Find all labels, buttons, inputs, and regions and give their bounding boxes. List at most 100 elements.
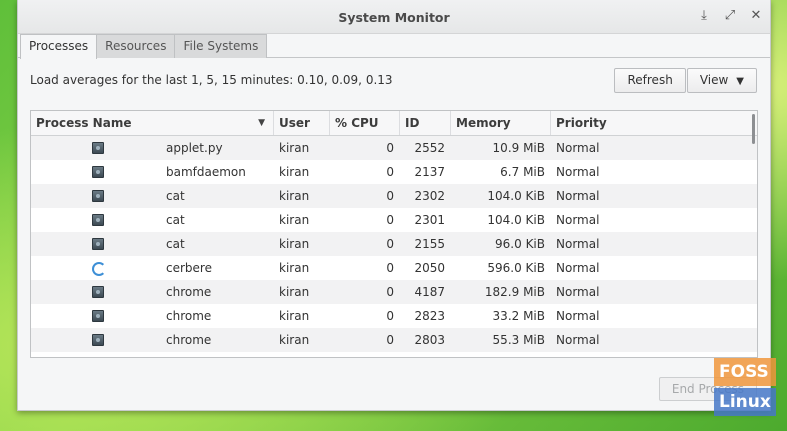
cell-priority: Normal [556, 165, 600, 179]
table-header: Process Name ▼ User % CPU ID Memory Prio… [31, 111, 757, 136]
cell-cpu: 0 [386, 309, 394, 323]
process-name-text: bamfdaemon [166, 165, 246, 179]
cell-user: kiran [279, 333, 310, 347]
process-name-text: applet.py [166, 141, 223, 155]
cell-process-name: applet.py [31, 136, 274, 160]
process-name-text: chrome [166, 309, 212, 323]
process-icon [92, 286, 104, 298]
tab-bar: Processes Resources File Systems [18, 34, 770, 59]
cell-memory: 6.7 MiB [500, 165, 545, 179]
table-row[interactable]: chrome kiran 0 2823 33.2 MiB Normal [31, 304, 757, 328]
cell-cpu: 0 [386, 333, 394, 347]
table-row[interactable]: cat kiran 0 2301 104.0 KiB Normal [31, 208, 757, 232]
column-header-id[interactable]: ID [400, 111, 451, 135]
window-controls: ⤓ ⤢ ✕ [698, 9, 762, 23]
cell-user: kiran [279, 261, 310, 275]
view-label: View [699, 73, 729, 87]
table-row[interactable]: bamfdaemon kiran 0 2137 6.7 MiB Normal [31, 160, 757, 184]
column-header-user[interactable]: User [274, 111, 330, 135]
cell-process-name: cerbere [31, 256, 274, 280]
cell-memory: 10.9 MiB [492, 141, 545, 155]
table-row[interactable]: cerbere kiran 0 2050 596.0 KiB Normal [31, 256, 757, 280]
title-bar[interactable]: System Monitor ⤓ ⤢ ✕ [18, 0, 770, 34]
cell-priority: Normal [556, 213, 600, 227]
process-table: Process Name ▼ User % CPU ID Memory Prio… [30, 110, 758, 358]
process-icon [92, 214, 104, 226]
close-icon[interactable]: ✕ [750, 9, 762, 23]
view-menu-button[interactable]: View ▼ [686, 68, 757, 93]
process-icon [92, 310, 104, 322]
tab-processes[interactable]: Processes [20, 34, 98, 59]
minimize-icon[interactable]: ⤓ [698, 9, 710, 23]
cell-priority: Normal [556, 309, 600, 323]
cell-id: 2823 [414, 309, 445, 323]
cell-priority: Normal [556, 141, 600, 155]
cell-user: kiran [279, 285, 310, 299]
process-name-text: cat [166, 189, 185, 203]
window-title: System Monitor [338, 10, 450, 25]
process-icon [92, 166, 104, 178]
process-name-text: cat [166, 213, 185, 227]
cell-memory: 96.0 KiB [495, 237, 545, 251]
cell-id: 2803 [414, 333, 445, 347]
tab-file-systems[interactable]: File Systems [174, 34, 268, 58]
cell-id: 2137 [414, 165, 445, 179]
process-name-text: cerbere [166, 261, 212, 275]
cell-user: kiran [279, 189, 310, 203]
cell-priority: Normal [556, 189, 600, 203]
cell-process-name: chrome [31, 304, 274, 328]
cell-memory: 596.0 KiB [487, 261, 545, 275]
cell-process-name: cat [31, 208, 274, 232]
table-row[interactable]: cat kiran 0 2155 96.0 KiB Normal [31, 232, 757, 256]
chevron-down-icon: ▼ [736, 76, 744, 87]
cell-user: kiran [279, 237, 310, 251]
cell-id: 2552 [414, 141, 445, 155]
sort-descending-icon: ▼ [258, 118, 265, 128]
cell-id: 2155 [414, 237, 445, 251]
cell-cpu: 0 [386, 237, 394, 251]
cell-memory: 104.0 KiB [487, 213, 545, 227]
cell-id: 2302 [414, 189, 445, 203]
cell-id: 2301 [414, 213, 445, 227]
cerbere-icon [92, 262, 106, 276]
table-row[interactable]: applet.py kiran 0 2552 10.9 MiB Normal [31, 136, 757, 160]
cell-user: kiran [279, 141, 310, 155]
cell-memory: 182.9 MiB [484, 285, 545, 299]
cell-id: 4187 [414, 285, 445, 299]
load-averages: Load averages for the last 1, 5, 15 minu… [30, 73, 393, 87]
process-name-text: chrome [166, 333, 212, 347]
table-row[interactable]: chrome kiran 0 2803 55.3 MiB Normal [31, 328, 757, 352]
column-header-cpu[interactable]: % CPU [330, 111, 400, 135]
column-header-process-name[interactable]: Process Name ▼ [31, 111, 274, 135]
cell-process-name: cat [31, 232, 274, 256]
scrollbar-thumb[interactable] [752, 114, 755, 144]
cell-process-name: chrome [31, 280, 274, 304]
process-icon [92, 190, 104, 202]
cell-cpu: 0 [386, 189, 394, 203]
cell-priority: Normal [556, 261, 600, 275]
column-header-priority[interactable]: Priority [551, 111, 751, 135]
table-row[interactable]: chrome kiran 0 4187 182.9 MiB Normal [31, 280, 757, 304]
process-icon [92, 142, 104, 154]
cell-cpu: 0 [386, 141, 394, 155]
cell-user: kiran [279, 213, 310, 227]
process-icon [92, 334, 104, 346]
maximize-icon[interactable]: ⤢ [724, 9, 736, 23]
process-name-text: cat [166, 237, 185, 251]
tab-resources[interactable]: Resources [96, 34, 176, 58]
process-name-text: chrome [166, 285, 212, 299]
cell-user: kiran [279, 165, 310, 179]
refresh-button[interactable]: Refresh [614, 68, 686, 93]
column-header-memory[interactable]: Memory [451, 111, 551, 135]
cell-id: 2050 [414, 261, 445, 275]
cell-cpu: 0 [386, 165, 394, 179]
cell-cpu: 0 [386, 261, 394, 275]
system-monitor-window: System Monitor ⤓ ⤢ ✕ Processes Resources… [17, 0, 771, 411]
cell-memory: 104.0 KiB [487, 189, 545, 203]
cell-cpu: 0 [386, 285, 394, 299]
table-body: applet.py kiran 0 2552 10.9 MiB Normal bamfdae… [31, 136, 757, 352]
cell-priority: Normal [556, 237, 600, 251]
cell-process-name: chrome [31, 328, 274, 352]
table-row[interactable]: cat kiran 0 2302 104.0 KiB Normal [31, 184, 757, 208]
cell-process-name: bamfdaemon [31, 160, 274, 184]
